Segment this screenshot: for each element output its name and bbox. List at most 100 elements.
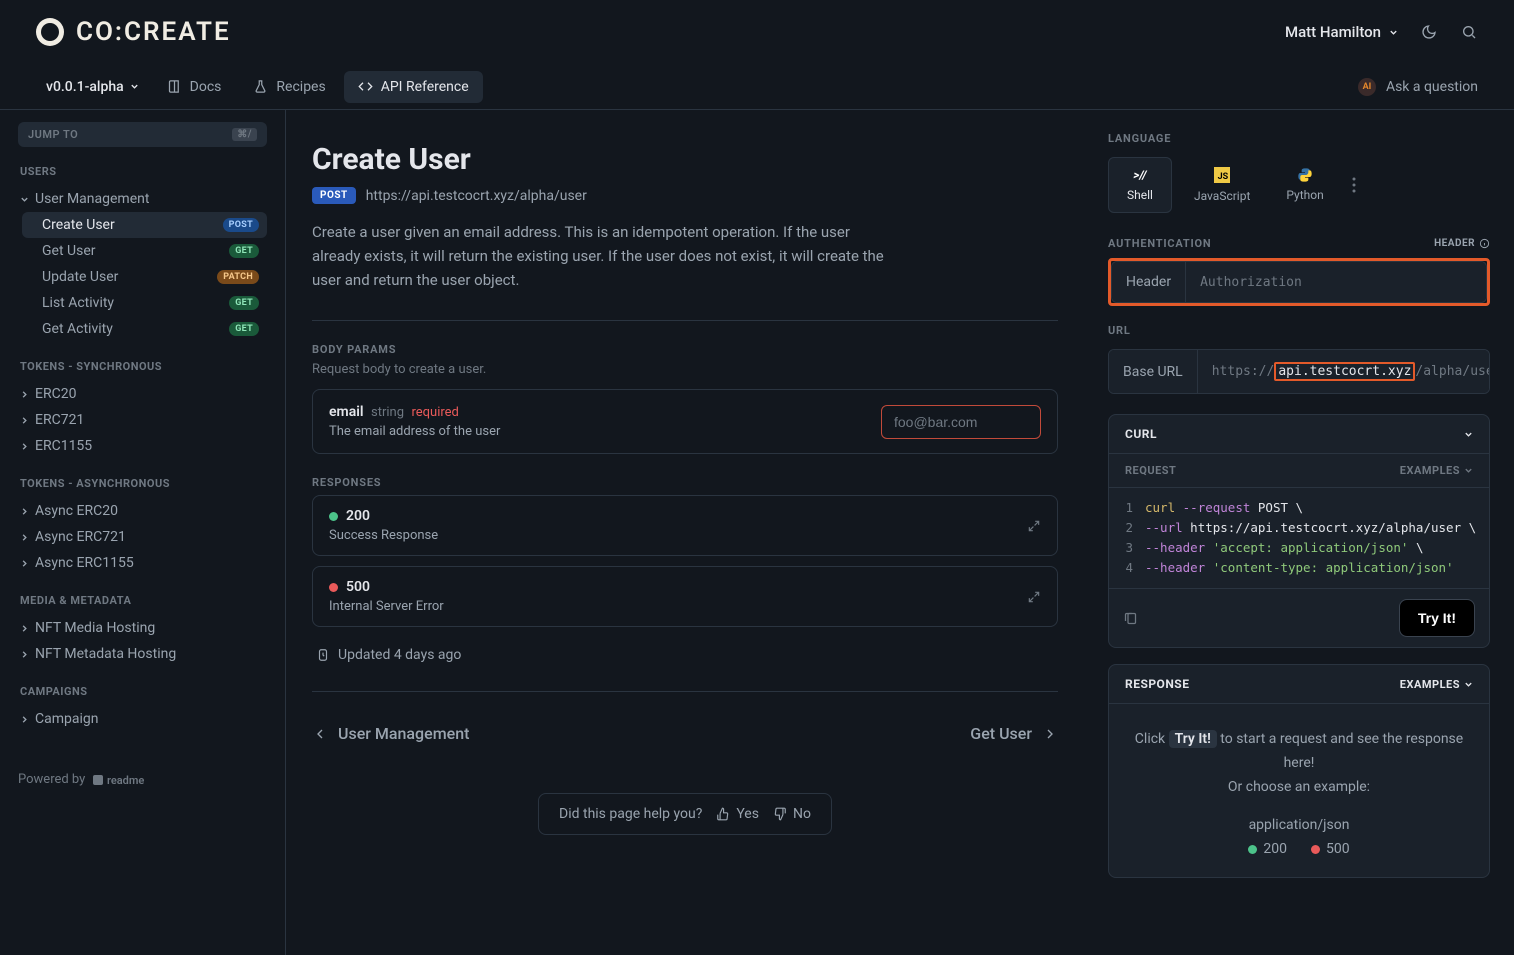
sidebar-item[interactable]: ERC20 [18, 381, 267, 407]
jump-to-button[interactable]: JUMP TO ⌘/ [18, 122, 267, 147]
ai-badge-icon: AI [1358, 78, 1376, 96]
lang-shell[interactable]: >// Shell [1108, 157, 1172, 213]
copy-button[interactable] [1123, 611, 1138, 626]
logo[interactable]: CO:CREATE [36, 17, 231, 47]
svg-text:readme: readme [107, 774, 144, 787]
theme-toggle-icon[interactable] [1420, 23, 1438, 41]
sidebar-item-label: Async ERC20 [35, 503, 118, 519]
sidebar-item[interactable]: User Management [18, 186, 267, 212]
chevron-right-icon [20, 533, 29, 542]
sidebar-subitem[interactable]: Create UserPOST [22, 212, 267, 238]
ask-question-button[interactable]: AI Ask a question [1358, 78, 1478, 96]
curl-toggle[interactable]: CURL [1109, 415, 1489, 454]
expand-icon [1027, 590, 1041, 604]
code-icon [358, 79, 373, 94]
kbd-shortcut: ⌘/ [232, 128, 257, 141]
next-link[interactable]: Get User [970, 724, 1058, 743]
method-badge: GET [229, 296, 259, 310]
lang-javascript[interactable]: JS JavaScript [1180, 157, 1264, 213]
version-selector[interactable]: v0.0.1-alpha [36, 73, 149, 101]
request-examples-button[interactable]: EXAMPLES [1400, 464, 1473, 477]
try-it-button[interactable]: Try It! [1399, 599, 1475, 637]
flask-icon [253, 79, 268, 94]
method-badge: GET [229, 322, 259, 336]
method-badge: GET [229, 244, 259, 258]
response-code-chip[interactable]: 500 [1311, 841, 1350, 857]
sidebar-item-label: Async ERC721 [35, 529, 126, 545]
authorization-input[interactable] [1186, 262, 1486, 302]
sidebar-item[interactable]: ERC1155 [18, 433, 267, 459]
response-item[interactable]: 200Success Response [312, 495, 1058, 556]
sidebar-item[interactable]: Async ERC20 [18, 498, 267, 524]
response-code-chip[interactable]: 200 [1248, 841, 1287, 857]
logo-text: CO:CREATE [76, 17, 231, 47]
sidebar-item[interactable]: Async ERC721 [18, 524, 267, 550]
page-title: Create User [312, 142, 1058, 177]
pagination: User Management Get User [312, 724, 1058, 743]
auth-type-badge[interactable]: HEADER [1434, 238, 1490, 249]
tab-api-reference[interactable]: API Reference [344, 71, 483, 103]
tab-recipes[interactable]: Recipes [239, 71, 339, 103]
status-dot-icon [329, 512, 338, 521]
feedback-no-button[interactable]: No [773, 806, 811, 822]
chevron-right-icon [20, 559, 29, 568]
sidebar-item[interactable]: NFT Media Hosting [18, 615, 267, 641]
arrow-right-icon [1042, 726, 1058, 742]
updated-timestamp: Updated 4 days ago [312, 637, 1058, 673]
content-type: application/json [1109, 817, 1489, 841]
status-dot-icon [1248, 845, 1257, 854]
param-row-email: email string required The email address … [312, 389, 1058, 454]
sidebar-subitem[interactable]: Get UserGET [22, 238, 267, 264]
prev-link[interactable]: User Management [312, 724, 469, 743]
sidebar-item[interactable]: Campaign [18, 706, 267, 732]
body-params-sub: Request body to create a user. [312, 362, 1058, 377]
auth-header-highlight: Header [1108, 258, 1490, 306]
chevron-right-icon [20, 390, 29, 399]
sidebar-item-label: ERC20 [35, 386, 76, 402]
sidebar-item-label: Campaign [35, 711, 98, 727]
sidebar-item[interactable]: Async ERC1155 [18, 550, 267, 576]
readme-logo-icon: readme [93, 773, 153, 787]
base-url-label: Base URL [1109, 350, 1198, 393]
user-menu[interactable]: Matt Hamilton [1285, 23, 1398, 41]
tab-docs[interactable]: Docs [153, 71, 236, 103]
chevron-right-icon [20, 507, 29, 516]
body-params-heading: BODY PARAMS [312, 343, 1058, 356]
request-heading: REQUEST [1125, 464, 1176, 477]
auth-heading: AUTHENTICATION [1108, 237, 1211, 250]
sidebar-item-label: ERC1155 [35, 438, 92, 454]
sidebar-heading: TOKENS - ASYNCHRONOUS [20, 477, 267, 490]
sidebar-heading: CAMPAIGNS [20, 685, 267, 698]
search-icon[interactable] [1460, 23, 1478, 41]
base-url-value[interactable]: https://api.testcocrt.xyz/alpha/user [1198, 350, 1490, 393]
arrow-left-icon [312, 726, 328, 742]
sidebar-subitem[interactable]: List ActivityGET [22, 290, 267, 316]
info-icon [1479, 238, 1490, 249]
main-content: Create User POST https://api.testcocrt.x… [286, 110, 1084, 955]
sidebar-item[interactable]: NFT Metadata Hosting [18, 641, 267, 667]
code-block: 1curl --request POST \2 --url https://ap… [1109, 488, 1489, 588]
chevron-down-icon [1464, 466, 1473, 475]
sidebar-subitem[interactable]: Update UserPATCH [22, 264, 267, 290]
response-item[interactable]: 500Internal Server Error [312, 566, 1058, 627]
top-header: CO:CREATE Matt Hamilton [0, 0, 1514, 64]
logo-mark-icon [36, 18, 64, 46]
thumbs-down-icon [773, 807, 787, 821]
url-host-highlight: api.testcocrt.xyz [1274, 362, 1415, 381]
user-name: Matt Hamilton [1285, 23, 1381, 41]
feedback-yes-button[interactable]: Yes [716, 806, 759, 822]
powered-by[interactable]: Powered by readme [18, 772, 267, 787]
param-input-email[interactable] [881, 405, 1041, 439]
param-required: required [411, 405, 458, 420]
curl-panel: CURL REQUEST EXAMPLES 1curl --request PO… [1108, 414, 1490, 648]
lang-python[interactable]: Python [1272, 158, 1337, 212]
sidebar-heading: MEDIA & METADATA [20, 594, 267, 607]
thumbs-up-icon [716, 807, 730, 821]
response-examples-button[interactable]: EXAMPLES [1400, 678, 1473, 691]
sidebar-item-label: User Management [35, 191, 149, 207]
more-languages-button[interactable] [1352, 177, 1356, 193]
sidebar-subitem[interactable]: Get ActivityGET [22, 316, 267, 342]
chevron-right-icon [20, 624, 29, 633]
method-badge: POST [223, 218, 259, 232]
sidebar-item[interactable]: ERC721 [18, 407, 267, 433]
